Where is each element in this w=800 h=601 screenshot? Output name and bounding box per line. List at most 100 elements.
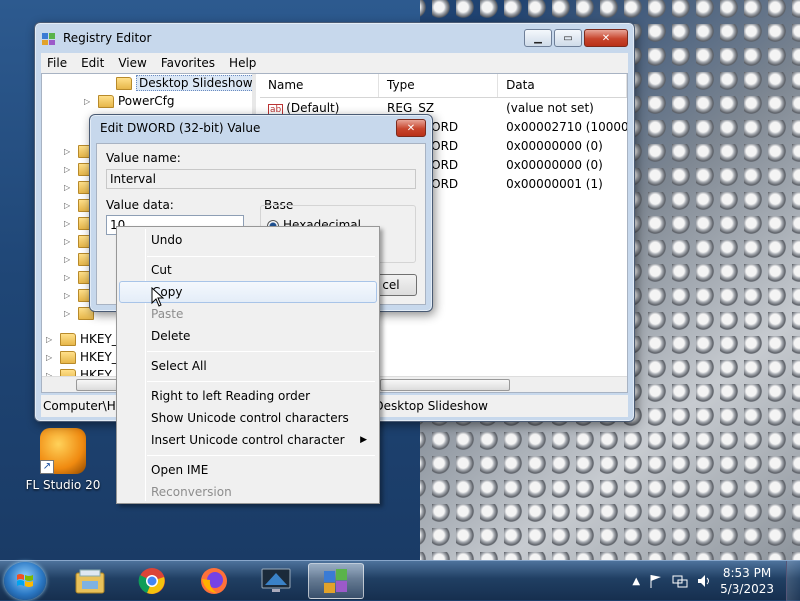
minimize-button[interactable]: ▁ (524, 29, 552, 47)
expand-icon[interactable]: ▷ (64, 183, 74, 192)
value-name: (Default) (286, 100, 340, 115)
expand-icon[interactable]: ▷ (64, 255, 74, 264)
menu-separator (147, 256, 375, 257)
menu-bar: File Edit View Favorites Help (41, 53, 628, 73)
expand-icon[interactable]: ▷ (64, 201, 74, 210)
menu-edit[interactable]: Edit (81, 56, 104, 70)
dialog-close-button[interactable]: ✕ (396, 119, 426, 137)
value-name-label: Value name: (106, 151, 181, 165)
registry-editor-icon (42, 33, 55, 45)
taskbar-registry-editor[interactable] (308, 563, 364, 599)
taskbar-remote-desktop[interactable] (248, 563, 304, 599)
scrollbar-thumb[interactable] (380, 379, 510, 391)
tree-item-label: HKEY_ (80, 332, 118, 346)
remote-desktop-icon (261, 568, 291, 592)
value-data: 0x00002710 (10000) (506, 119, 627, 134)
system-tray: ▲ 8:53 PM 5/3/2023 (632, 561, 800, 601)
menu-item-show-unicode[interactable]: Show Unicode control characters (119, 407, 377, 429)
tree-item-desktop-slideshow[interactable]: Desktop Slideshow (116, 74, 252, 92)
expand-icon[interactable]: ▷ (46, 353, 56, 362)
menu-item-open-ime[interactable]: Open IME (119, 459, 377, 481)
value-data: 0x00000001 (1) (506, 176, 603, 191)
value-data: 0x00000000 (0) (506, 157, 603, 172)
registry-editor-titlebar[interactable]: Registry Editor ▁ ▭ ✕ (35, 23, 634, 53)
clock-time: 8:53 PM (722, 566, 772, 580)
expand-icon[interactable]: ▷ (64, 165, 74, 174)
menu-item-select-all[interactable]: Select All (119, 355, 377, 377)
tree-item-label: HKEY_ (80, 350, 118, 364)
firefox-icon (201, 568, 227, 594)
menu-item-reconversion[interactable]: Reconversion (119, 481, 377, 503)
mouse-cursor-icon (151, 287, 165, 307)
tree-item-hive[interactable]: ▷ HKEY_ (46, 330, 118, 348)
menu-file[interactable]: File (47, 56, 67, 70)
action-center-flag-icon[interactable] (648, 573, 664, 589)
show-desktop-button[interactable] (786, 561, 800, 601)
status-path-end: \Desktop Slideshow (370, 399, 488, 413)
menu-item-label: Reconversion (151, 485, 232, 499)
column-headers: Name Type Data (260, 74, 627, 98)
close-button[interactable]: ✕ (584, 29, 628, 47)
expand-icon[interactable]: ▷ (84, 97, 94, 106)
column-header-type[interactable]: Type (379, 74, 499, 97)
desktop-icon-fl-studio[interactable]: ↗ FL Studio 20 (21, 428, 105, 492)
expand-icon[interactable]: ▷ (64, 237, 74, 246)
cancel-button-label: cel (382, 278, 400, 292)
maximize-button[interactable]: ▭ (554, 29, 582, 47)
taskbar-file-explorer[interactable] (62, 563, 118, 599)
clock[interactable]: 8:53 PM 5/3/2023 (720, 565, 774, 597)
desktop-icon-label: FL Studio 20 (25, 478, 101, 492)
edit-context-menu: Undo Cut Copy Paste Delete Select All Ri… (116, 226, 380, 504)
menu-item-label: Open IME (151, 463, 209, 477)
expand-icon[interactable]: ▷ (64, 147, 74, 156)
menu-item-insert-unicode[interactable]: Insert Unicode control character ▶ (119, 429, 377, 451)
tree-item-powercfg[interactable]: ▷ PowerCfg (84, 92, 175, 110)
menu-separator (147, 455, 375, 456)
fl-studio-icon: ↗ (40, 428, 86, 474)
expand-icon[interactable]: ▷ (64, 291, 74, 300)
menu-item-cut[interactable]: Cut (119, 259, 377, 281)
menu-item-undo[interactable]: Undo (119, 229, 377, 251)
menu-item-delete[interactable]: Delete (119, 325, 377, 347)
taskbar: ▲ 8:53 PM 5/3/2023 (0, 560, 800, 601)
menu-item-rtl-reading-order[interactable]: Right to left Reading order (119, 385, 377, 407)
menu-favorites[interactable]: Favorites (161, 56, 215, 70)
taskbar-chrome[interactable] (124, 563, 180, 599)
string-value-icon: ab (268, 103, 284, 115)
registry-editor-icon (324, 569, 347, 593)
value-data: 0x00000000 (0) (506, 138, 603, 153)
chrome-icon (138, 568, 165, 594)
value-data-label: Value data: (106, 198, 174, 212)
menu-view[interactable]: View (118, 56, 146, 70)
expand-icon[interactable]: ▷ (64, 309, 74, 318)
status-path-start: Computer\HK (43, 399, 124, 413)
expand-icon[interactable]: ▷ (64, 273, 74, 282)
folder-icon (60, 350, 76, 364)
dialog-titlebar[interactable]: Edit DWORD (32-bit) Value ✕ (90, 115, 432, 141)
tree-item-hive[interactable]: ▷ HKEY_ (46, 348, 118, 366)
tree-item-label: Desktop Slideshow (136, 75, 252, 91)
expand-icon[interactable]: ▷ (46, 335, 56, 344)
menu-item-label: Show Unicode control characters (151, 411, 349, 425)
menu-item-label: Insert Unicode control character (151, 433, 345, 447)
start-button[interactable] (4, 562, 46, 600)
clock-date: 5/3/2023 (720, 582, 774, 596)
column-header-name[interactable]: Name (260, 74, 380, 97)
menu-item-label: Select All (151, 359, 207, 373)
menu-item-label: Delete (151, 329, 191, 343)
menu-item-label: Right to left Reading order (151, 389, 311, 403)
expand-icon[interactable]: ▷ (64, 219, 74, 228)
volume-icon[interactable] (696, 573, 712, 589)
folder-icon (98, 94, 114, 108)
column-header-data[interactable]: Data (498, 74, 627, 97)
shortcut-arrow-icon: ↗ (40, 460, 54, 474)
menu-help[interactable]: Help (229, 56, 256, 70)
value-name-field[interactable]: Interval (106, 169, 416, 189)
taskbar-firefox[interactable] (186, 563, 242, 599)
network-icon[interactable] (672, 573, 688, 589)
folder-icon (116, 76, 132, 90)
tree-item-label: PowerCfg (118, 94, 175, 108)
show-hidden-icons-icon[interactable]: ▲ (632, 576, 640, 587)
dialog-title: Edit DWORD (32-bit) Value (100, 121, 261, 135)
menu-separator (147, 351, 375, 352)
